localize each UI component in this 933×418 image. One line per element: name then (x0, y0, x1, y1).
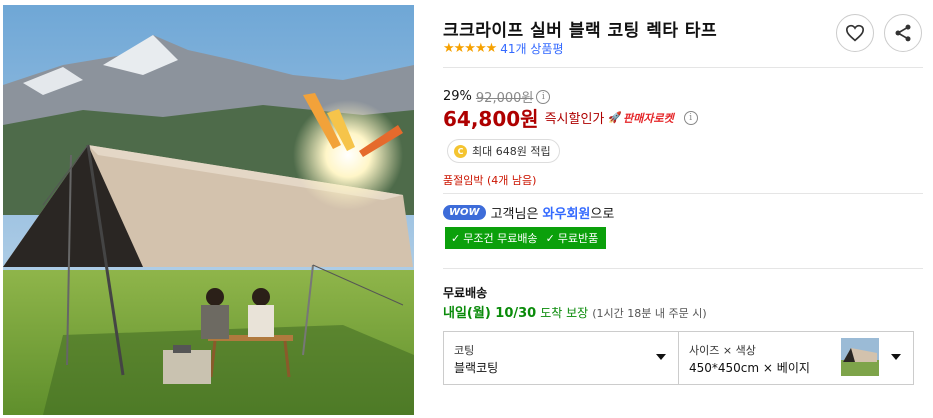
product-info-panel: 크크라이프 실버 블랙 코팅 렉타 타프 ★★★★★ 41개 상품평 29% 9… (443, 0, 923, 418)
sale-label: 즉시할인가 (544, 112, 605, 127)
chevron-down-icon (656, 354, 666, 360)
free-shipping-bar: ✓ 무조건 무료배송 ✓ 무료반품 (445, 227, 607, 249)
chevron-down-icon (891, 354, 901, 360)
free-return-label: 무료반품 (557, 232, 599, 245)
divider (443, 67, 923, 68)
info-icon[interactable]: i (536, 89, 551, 104)
option-value: 450*450cm × 베이지 (689, 361, 810, 375)
share-icon (895, 24, 911, 42)
option-label: 코팅 (454, 344, 475, 357)
review-count-link[interactable]: 41개 상품평 (500, 40, 563, 57)
option-thumbnail (841, 338, 879, 376)
points-text: 최대 648원 적립 (472, 145, 551, 158)
membership-text: 고객님은 와우회원으로 (490, 207, 615, 222)
stock-notice: 품절임박 (4개 남음) (443, 174, 537, 187)
delivery-guarantee: 도착 보장 (540, 306, 589, 320)
option-select-size-color[interactable]: 사이즈 × 색상 450*450cm × 베이지 (678, 331, 914, 385)
check-icon: ✓ (545, 231, 555, 245)
sale-price-row: 64,800원 즉시할인가 🚀 판매자로켓 i (443, 103, 698, 132)
rating[interactable]: ★★★★★ 41개 상품평 (443, 40, 564, 56)
membership-row: WOW 고객님은 와우회원으로 (443, 203, 614, 222)
wishlist-button[interactable] (836, 14, 874, 52)
divider (443, 268, 923, 269)
product-title: 크크라이프 실버 블랙 코팅 렉타 타프 (443, 21, 718, 41)
sale-price: 64,800원 (443, 107, 539, 131)
option-label: 사이즈 × 색상 (689, 344, 756, 357)
shipping-row: 내일(월) 10/30 도착 보장 (1시간 18분 내 주문 시) (443, 302, 707, 321)
product-image[interactable] (3, 5, 414, 415)
option-select-coating[interactable]: 코팅 블랙코팅 (443, 331, 679, 385)
discount-rate: 29% (443, 89, 472, 104)
seller-rocket-label: 판매자로켓 (623, 111, 674, 125)
rating-stars-icon: ★★★★★ (443, 40, 497, 56)
divider (443, 193, 923, 194)
points-badge: C 최대 648원 적립 (447, 139, 560, 163)
seller-rocket-badge: 🚀 판매자로켓 (608, 110, 673, 126)
free-shipping-label: 무조건 무료배송 (463, 232, 538, 245)
delivery-date: 내일(월) 10/30 (443, 306, 537, 321)
wow-badge: WOW (443, 205, 486, 220)
shipping-title: 무료배송 (443, 286, 488, 300)
share-button[interactable] (884, 14, 922, 52)
heart-icon (845, 24, 865, 42)
rocket-icon: 🚀 (608, 111, 623, 124)
delivery-note: (1시간 18분 내 주문 시) (592, 307, 707, 320)
check-icon: ✓ (451, 231, 461, 245)
wow-member-link[interactable]: 와우회원 (543, 207, 591, 222)
info-icon[interactable]: i (683, 110, 698, 125)
coin-icon: C (454, 144, 467, 158)
option-value: 블랙코팅 (454, 361, 499, 375)
